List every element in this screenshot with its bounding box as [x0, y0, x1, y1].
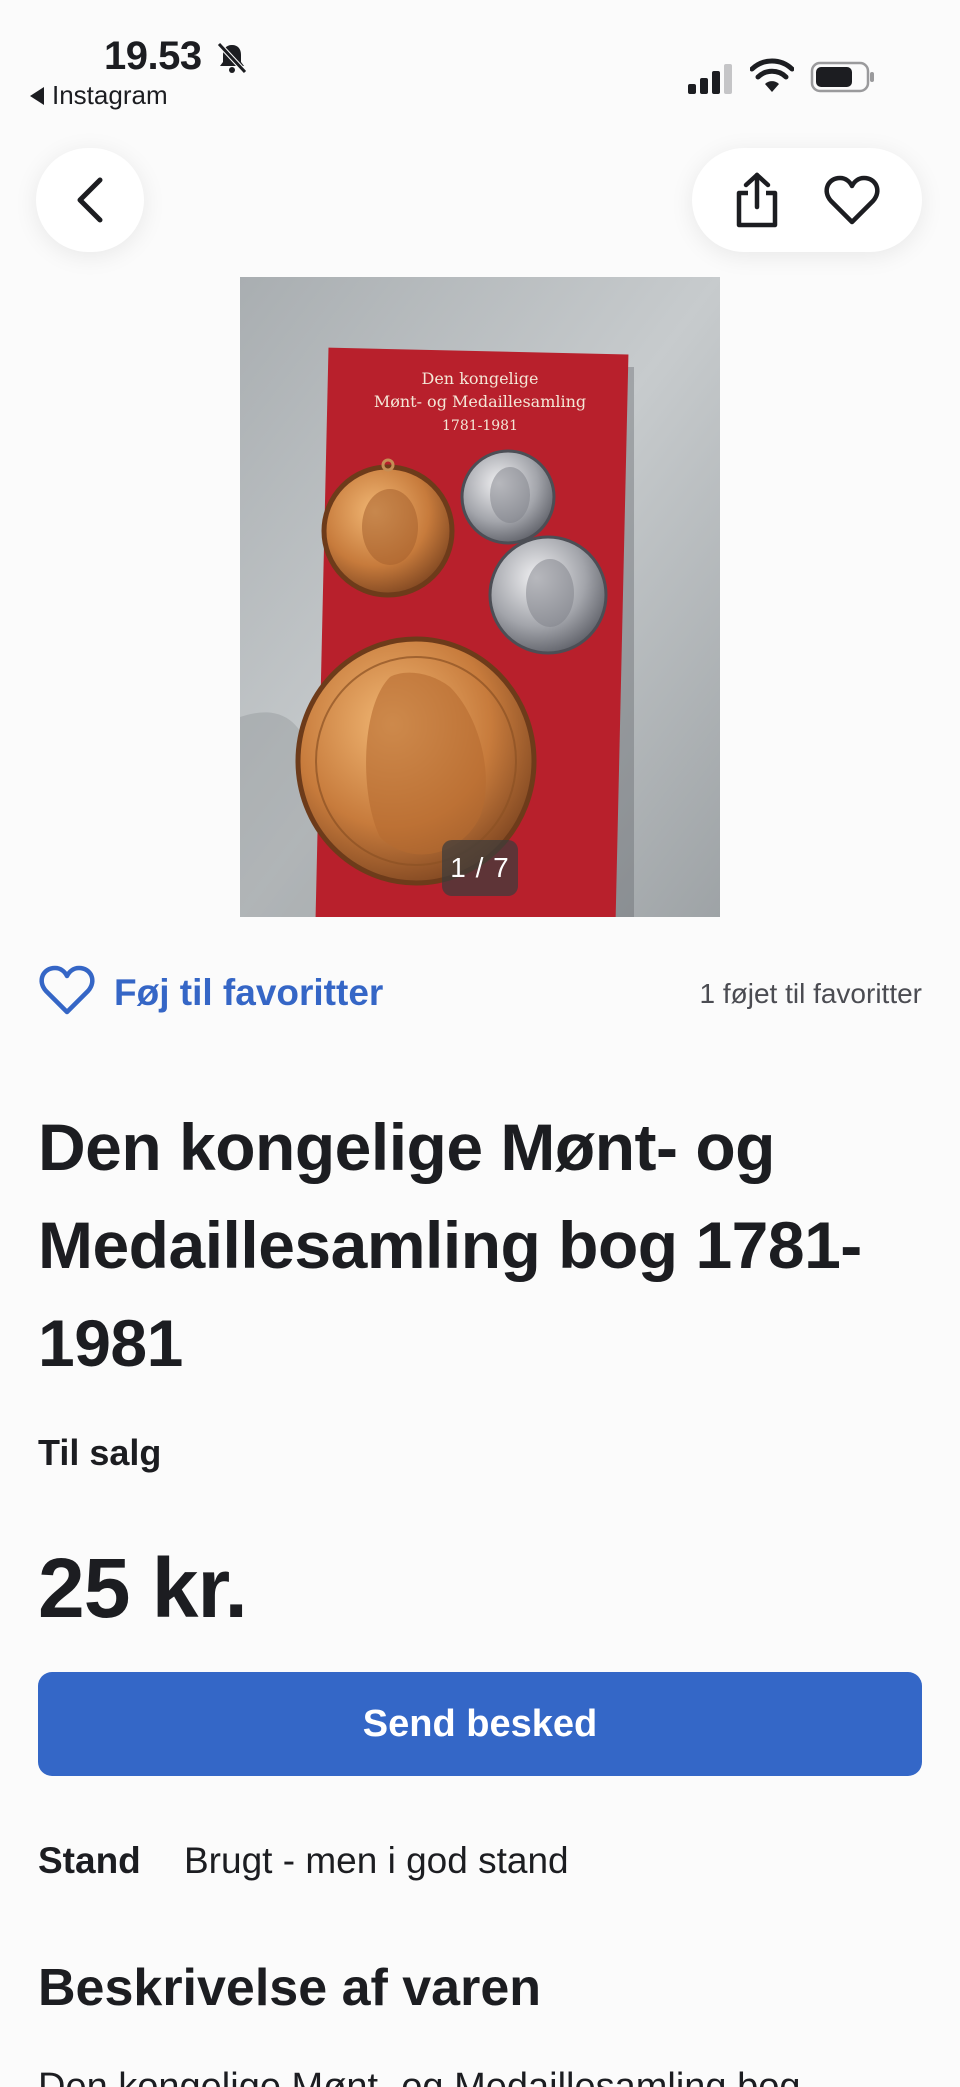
back-app-label: Instagram: [52, 80, 168, 110]
product-photo: Den kongelige Mønt- og Medaillesamling 1…: [240, 277, 720, 917]
cover-line-3: 1781-1981: [442, 418, 518, 434]
back-to-app-link[interactable]: Instagram: [30, 80, 168, 111]
action-buttons: [692, 148, 922, 252]
favorites-count: 1 føjet til favoritter: [699, 978, 922, 1009]
heart-outline-icon[interactable]: [38, 964, 96, 1016]
listing-title: Den kongelige Mønt- og Medaillesamling b…: [38, 1110, 862, 1380]
back-button[interactable]: [36, 148, 144, 252]
listing-page: 19.53 Instagram Den kongelige Mønt- og M…: [0, 0, 960, 2087]
product-image[interactable]: Den kongelige Mønt- og Medaillesamling 1…: [240, 277, 720, 917]
add-to-favorites-link[interactable]: Føj til favoritter: [114, 972, 383, 1014]
heart-icon[interactable]: [823, 174, 881, 226]
bell-slash-icon: [217, 42, 247, 74]
condition-value: Brugt - men i god stand: [184, 1840, 569, 1881]
back-triangle-icon: [30, 86, 44, 105]
image-counter: 1 / 7: [442, 840, 518, 896]
sale-status: Til salg: [38, 1432, 162, 1473]
battery-icon: [810, 61, 874, 93]
cellular-signal-icon: [688, 64, 732, 94]
listing-price: 25 kr.: [38, 1541, 248, 1635]
share-icon[interactable]: [733, 171, 781, 229]
favorites-row: Føj til favoritter 1 føjet til favoritte…: [38, 962, 922, 1022]
status-time: 19.53: [104, 34, 202, 78]
wifi-icon: [750, 58, 794, 92]
cover-line-2: Mønt- og Medaillesamling: [374, 392, 586, 411]
description-heading: Beskrivelse af varen: [38, 1959, 542, 2017]
send-message-button[interactable]: Send besked: [38, 1672, 922, 1776]
cover-line-1: Den kongelige: [422, 369, 539, 388]
chevron-left-icon: [77, 177, 103, 223]
description-text: Den kongelige Mønt- og Medaillesamling b…: [38, 2066, 801, 2087]
condition-label: Stand: [38, 1840, 141, 1881]
